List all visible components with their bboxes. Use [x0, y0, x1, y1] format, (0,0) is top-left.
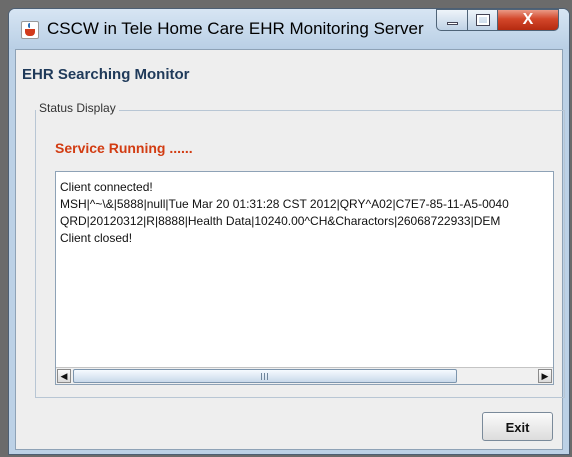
horizontal-scrollbar[interactable]: ◀ ▶ [56, 367, 553, 384]
application-window: CSCW in Tele Home Care EHR Monitoring Se… [8, 8, 570, 455]
log-line: Client closed! [60, 231, 133, 245]
service-status-text: Service Running ...... [55, 140, 193, 156]
content-panel: EHR Searching Monitor Status Display Ser… [15, 49, 565, 450]
log-line: Client connected! [60, 180, 153, 194]
minimize-button[interactable] [436, 9, 467, 31]
scroll-left-icon[interactable]: ◀ [57, 369, 71, 383]
close-button[interactable]: X [497, 9, 559, 31]
exit-button[interactable]: Exit [482, 412, 553, 441]
minimize-icon [447, 22, 458, 25]
maximize-button[interactable] [467, 9, 497, 31]
group-label: Status Display [36, 101, 119, 115]
maximize-icon [476, 14, 490, 26]
log-text-area[interactable]: Client connected! MSH|^~\&|5888|null|Tue… [55, 171, 554, 385]
close-icon: X [522, 11, 534, 28]
log-line: QRD|20120312|R|8888|Health Data|10240.00… [60, 214, 501, 228]
page-title: EHR Searching Monitor [22, 66, 190, 83]
scrollbar-thumb[interactable] [73, 369, 457, 383]
scroll-right-icon[interactable]: ▶ [538, 369, 552, 383]
grip-icon [261, 373, 269, 380]
window-title: CSCW in Tele Home Care EHR Monitoring Se… [47, 19, 424, 38]
log-line: MSH|^~\&|5888|null|Tue Mar 20 01:31:28 C… [60, 197, 509, 211]
java-coffee-icon[interactable] [21, 21, 39, 39]
title-bar[interactable]: CSCW in Tele Home Care EHR Monitoring Se… [9, 9, 569, 49]
